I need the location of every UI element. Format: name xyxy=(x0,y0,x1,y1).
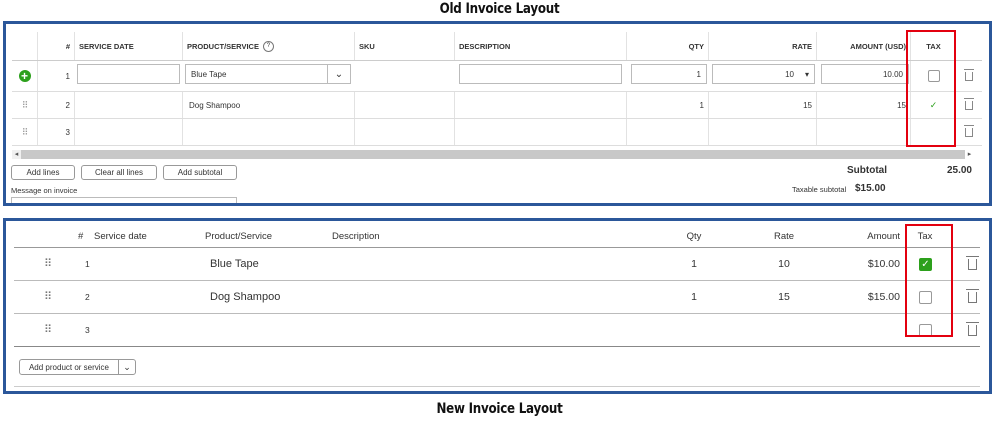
tax-column-highlight xyxy=(905,224,953,337)
tax-column-highlight xyxy=(906,30,956,147)
old-line-items-table: # SERVICE DATE PRODUCT/SERVICE ? SKU DES… xyxy=(12,32,982,146)
new-invoice-panel: # Service date Product/Service Descripti… xyxy=(3,218,992,394)
new-header-amount: Amount xyxy=(867,230,900,242)
taxable-subtotal-value: $15.00 xyxy=(855,183,886,194)
old-row-num: 3 xyxy=(37,119,74,145)
drag-handle-icon[interactable]: ⠿ xyxy=(44,324,52,335)
taxable-subtotal-label: Taxable subtotal xyxy=(792,185,847,194)
old-row-product[interactable]: Dog Shampoo xyxy=(182,92,354,118)
new-row-num: 3 xyxy=(85,325,90,335)
old-row-qty[interactable]: 1 xyxy=(626,92,708,118)
new-row-num: 1 xyxy=(85,259,90,269)
new-table-row: ⠿ 1 Blue Tape 1 10 $10.00 ✓ xyxy=(14,248,980,281)
trash-icon[interactable] xyxy=(964,68,974,81)
add-lines-button[interactable]: Add lines xyxy=(11,165,75,180)
new-row-num: 2 xyxy=(85,292,90,302)
old-table-row: ⠿ 2 Dog Shampoo 1 15 15 ✓ xyxy=(12,92,982,119)
old-product-select[interactable]: Blue Tape ⌄ xyxy=(185,64,351,84)
trash-icon[interactable] xyxy=(964,124,974,137)
old-header-amount: AMOUNT (USD) xyxy=(816,32,910,60)
new-table-header: # Service date Product/Service Descripti… xyxy=(14,225,980,248)
new-header-rate: Rate xyxy=(773,230,795,242)
add-product-split-button: Add product or service ⌄ xyxy=(19,359,136,375)
subtotal-value: 25.00 xyxy=(946,165,972,176)
old-header-description: DESCRIPTION xyxy=(454,32,626,60)
new-row-product[interactable]: Dog Shampoo xyxy=(210,281,280,313)
old-header-num: # xyxy=(37,32,74,60)
new-row-amount[interactable]: $10.00 xyxy=(834,248,900,280)
message-label: Message on invoice xyxy=(11,186,78,195)
add-subtotal-button[interactable]: Add subtotal xyxy=(163,165,237,180)
divider xyxy=(14,386,980,387)
new-layout-caption: New Invoice Layout xyxy=(436,401,563,417)
chevron-down-icon[interactable]: ⌄ xyxy=(327,65,350,83)
old-layout-caption: Old Invoice Layout xyxy=(439,1,560,17)
new-table-row: ⠿ 2 Dog Shampoo 1 15 $15.00 xyxy=(14,281,980,314)
new-header-description: Description xyxy=(332,230,380,242)
drag-handle-icon[interactable]: ⠿ xyxy=(44,291,52,302)
old-rate-input[interactable]: 10 ▾ xyxy=(712,64,815,84)
old-invoice-panel: # SERVICE DATE PRODUCT/SERVICE ? SKU DES… xyxy=(3,21,992,206)
new-row-product[interactable]: Blue Tape xyxy=(210,248,259,280)
new-row-qty[interactable]: 1 xyxy=(674,248,714,280)
new-header-service-date: Service date xyxy=(94,230,147,242)
new-header-product: Product/Service xyxy=(205,230,273,242)
old-header-rate: RATE xyxy=(708,32,816,60)
old-table-header: # SERVICE DATE PRODUCT/SERVICE ? SKU DES… xyxy=(12,32,982,61)
new-header-num: # xyxy=(78,230,84,242)
clear-all-lines-button[interactable]: Clear all lines xyxy=(81,165,157,180)
old-header-product: PRODUCT/SERVICE ? xyxy=(182,32,354,60)
trash-icon[interactable] xyxy=(966,255,979,270)
subtotal-label: Subtotal xyxy=(847,165,887,176)
scroll-left-icon[interactable]: ◂ xyxy=(12,150,21,159)
old-header-service-date: SERVICE DATE xyxy=(74,32,182,60)
add-line-icon[interactable]: + xyxy=(18,70,31,82)
message-input[interactable] xyxy=(11,197,237,203)
help-icon[interactable]: ? xyxy=(262,40,274,52)
add-product-button[interactable]: Add product or service xyxy=(20,360,119,374)
rate-dropdown-icon[interactable]: ▾ xyxy=(805,70,809,79)
old-description-input[interactable] xyxy=(459,64,622,84)
trash-icon[interactable] xyxy=(964,97,974,110)
old-table-row: + 1 Blue Tape ⌄ 1 10 ▾ 10.00 xyxy=(12,61,982,92)
horizontal-scrollbar[interactable]: ◂ ▸ xyxy=(12,150,974,159)
old-service-date-input[interactable] xyxy=(77,64,180,84)
scroll-right-icon[interactable]: ▸ xyxy=(965,150,974,159)
new-row-rate[interactable]: 15 xyxy=(764,281,804,313)
old-row-amount[interactable]: 15 xyxy=(816,92,910,118)
chevron-down-icon[interactable]: ⌄ xyxy=(119,360,135,374)
old-table-row: ⠿ 3 xyxy=(12,119,982,146)
old-row-rate[interactable]: 15 xyxy=(708,92,816,118)
old-qty-input[interactable]: 1 xyxy=(631,64,707,84)
new-row-qty[interactable]: 1 xyxy=(674,281,714,313)
new-header-qty: Qty xyxy=(686,230,702,242)
new-table-row: ⠿ 3 xyxy=(14,314,980,347)
old-header-qty: QTY xyxy=(626,32,708,60)
old-header-sku: SKU xyxy=(354,32,454,60)
old-amount-input[interactable]: 10.00 xyxy=(821,64,909,84)
old-row-num: 1 xyxy=(37,61,74,91)
trash-icon[interactable] xyxy=(966,288,979,303)
drag-handle-icon[interactable]: ⠿ xyxy=(22,127,29,138)
drag-handle-icon[interactable]: ⠿ xyxy=(44,258,52,269)
new-row-amount[interactable]: $15.00 xyxy=(834,281,900,313)
drag-handle-icon[interactable]: ⠿ xyxy=(22,100,29,111)
trash-icon[interactable] xyxy=(966,321,979,336)
old-row-num: 2 xyxy=(37,92,74,118)
new-row-rate[interactable]: 10 xyxy=(764,248,804,280)
